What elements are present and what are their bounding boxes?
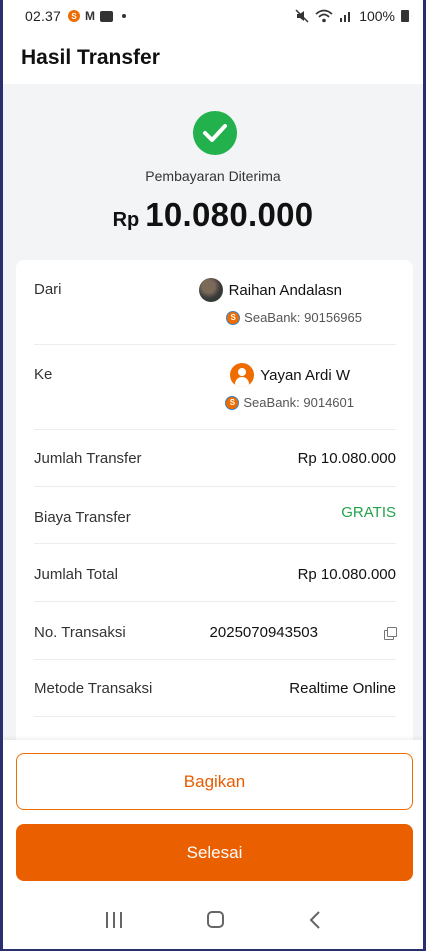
total-amount-value: Rp 10.080.000 <box>297 566 396 583</box>
share-button[interactable]: Bagikan <box>16 753 413 810</box>
status-bar: 02.37 S M 100% <box>3 0 423 32</box>
total-amount-label: Jumlah Total <box>34 566 118 583</box>
redacted-text <box>356 369 396 381</box>
transfer-amount-row: Jumlah Transfer Rp 10.080.000 <box>34 430 396 487</box>
redacted-text <box>348 284 396 296</box>
home-icon[interactable] <box>206 911 224 928</box>
sender-name: Raihan Andalasn <box>228 281 342 299</box>
recents-icon[interactable] <box>105 911 122 928</box>
redacted-text <box>366 311 396 324</box>
recipient-avatar-icon <box>230 363 255 387</box>
payment-status: Pembayaran Diterima <box>145 168 281 184</box>
seabank-notification-icon: S <box>68 10 81 22</box>
transaction-number-row: No. Transaksi 2025070943503 <box>34 602 397 660</box>
transaction-method-value: Realtime Online <box>289 680 396 697</box>
transfer-amount: Rp 10.080.000 <box>3 196 423 234</box>
sender-account: SeaBank: 90156965 <box>244 310 362 325</box>
to-party: Yayan Ardi W <box>230 363 396 387</box>
seabank-icon: S <box>226 310 241 325</box>
total-amount-row: Jumlah Total Rp 10.080.000 <box>34 544 396 602</box>
done-button[interactable]: Selesai <box>16 824 413 881</box>
from-bank: S SeaBank: 90156965 <box>226 310 396 325</box>
transaction-number-label: No. Transaksi <box>34 624 126 641</box>
transfer-fee-value: GRATIS <box>341 504 396 521</box>
from-label: Dari <box>34 281 62 298</box>
dot-icon <box>122 14 127 18</box>
to-label: Ke <box>34 366 53 383</box>
transaction-number: 2025070943503 <box>209 624 397 641</box>
gmail-icon: M <box>85 9 96 23</box>
success-check-icon <box>193 111 237 155</box>
currency-label: Rp <box>112 209 140 231</box>
from-row: Dari Raihan Andalasn S SeaBank: 90156965 <box>34 260 396 345</box>
system-nav-bar <box>3 890 423 949</box>
notification-icons: S M <box>68 9 127 23</box>
to-bank: S SeaBank: 9014601 <box>225 395 396 410</box>
app-header: Hasil Transfer <box>3 32 423 84</box>
recipient-account: SeaBank: 9014601 <box>243 395 354 410</box>
system-icons: 100% <box>295 8 409 24</box>
amount-value: 10.080.000 <box>145 196 314 233</box>
bottom-action-bar: Bagikan Selesai <box>3 740 423 949</box>
seabank-icon: S <box>225 395 240 410</box>
signal-icon <box>340 12 351 22</box>
transfer-amount-label: Jumlah Transfer <box>34 450 142 467</box>
copy-icon[interactable] <box>384 626 397 640</box>
transfer-details-card: Dari Raihan Andalasn S SeaBank: 90156965… <box>16 260 413 760</box>
news-icon <box>100 10 114 22</box>
screen: 02.37 S M 100% Hasil Transfer Pembayaran… <box>3 0 423 949</box>
to-row: Ke Yayan Ardi W S SeaBank: 9014601 <box>34 345 396 430</box>
battery-percent: 100% <box>359 8 395 24</box>
transfer-amount-value: Rp 10.080.000 <box>297 450 396 467</box>
redacted-text <box>358 396 396 409</box>
back-icon[interactable] <box>309 910 321 929</box>
transaction-method-label: Metode Transaksi <box>34 680 153 697</box>
wifi-icon <box>315 9 333 23</box>
transfer-fee-row: Biaya Transfer GRATIS <box>34 487 396 544</box>
redacted-text <box>318 626 376 639</box>
transaction-number-value: 2025070943503 <box>209 624 318 641</box>
mute-icon <box>295 9 309 23</box>
transaction-method-row: Metode Transaksi Realtime Online <box>34 660 396 717</box>
status-time: 02.37 <box>25 8 62 24</box>
battery-icon <box>401 10 409 22</box>
recipient-name: Yayan Ardi W <box>260 366 350 384</box>
sender-avatar <box>198 278 223 302</box>
from-party: Raihan Andalasn <box>198 278 396 302</box>
page-title: Hasil Transfer <box>21 46 160 69</box>
transfer-fee-label: Biaya Transfer <box>34 509 131 526</box>
